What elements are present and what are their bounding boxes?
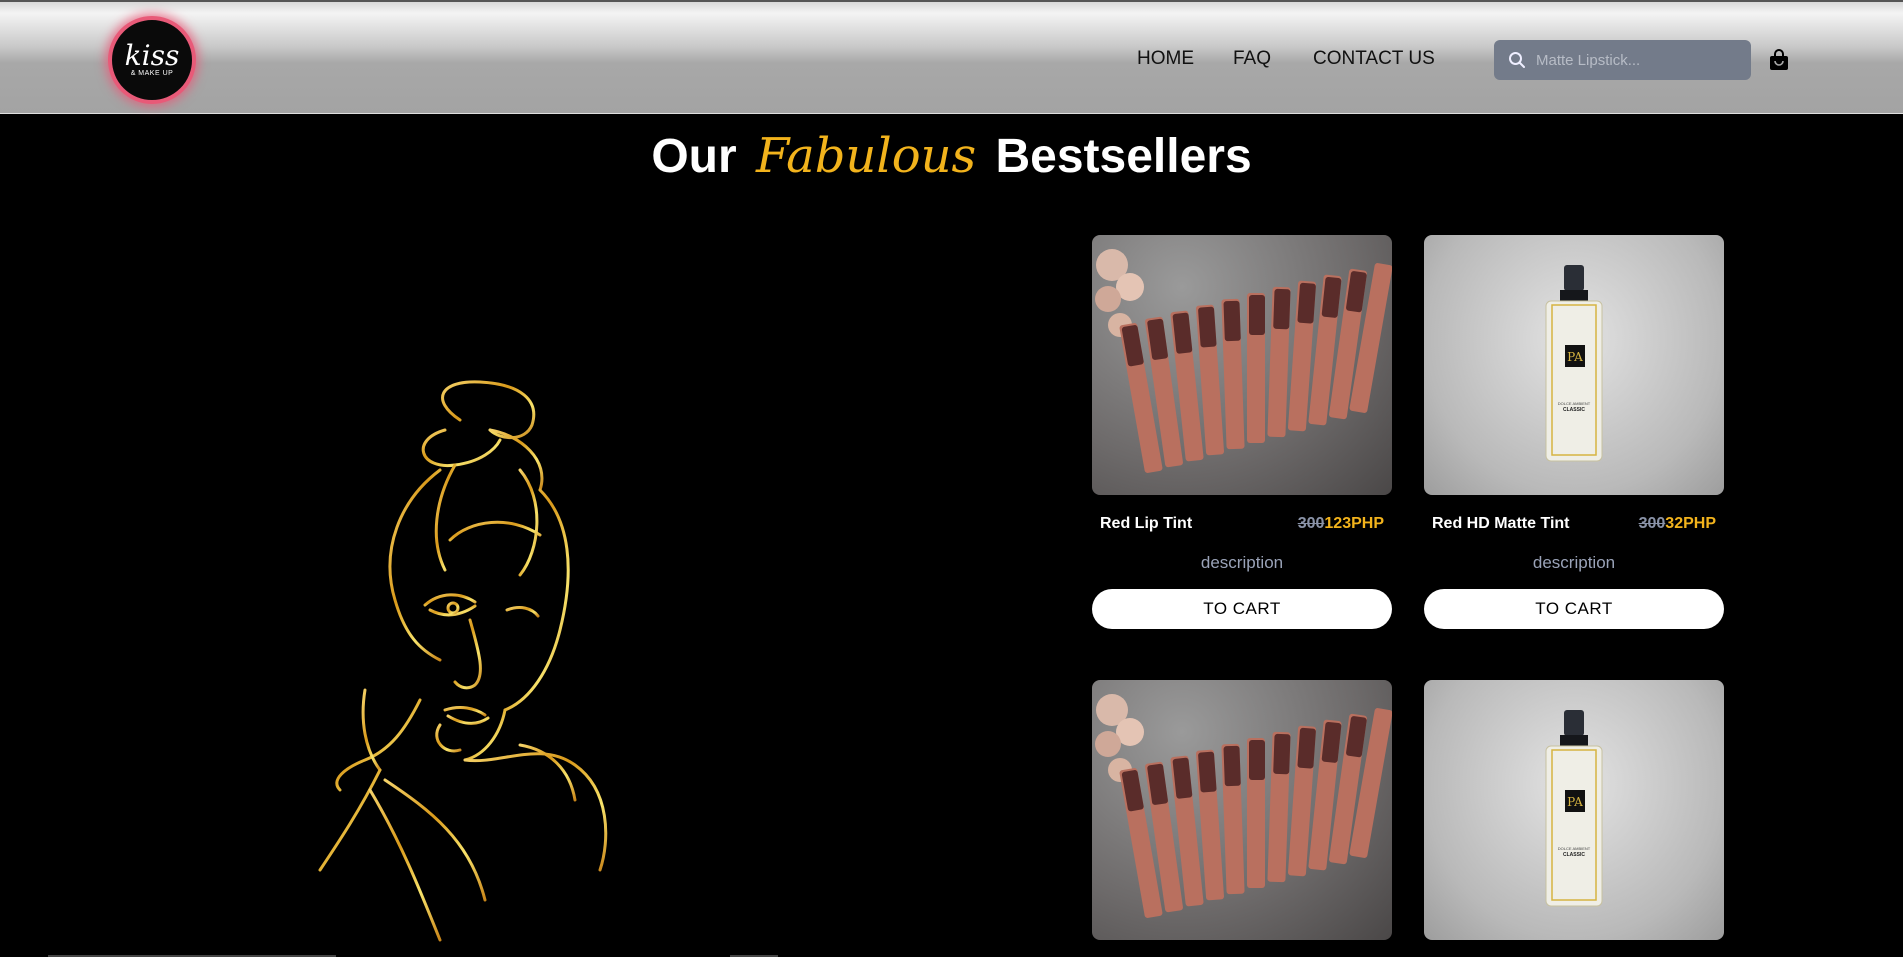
product-image[interactable] bbox=[1092, 680, 1392, 940]
bottle-line1: DOLCE AMBIENT bbox=[1558, 401, 1591, 406]
bottle-line1: DOLCE AMBIENT bbox=[1558, 846, 1591, 851]
bottle-brand: PA bbox=[1567, 795, 1583, 809]
sale-price: 32PHP bbox=[1665, 515, 1716, 532]
title-before: Our bbox=[651, 130, 737, 183]
lip-tint-photo bbox=[1095, 249, 1392, 473]
product-description: description bbox=[1532, 553, 1616, 572]
product-card[interactable]: PA DOLCE AMBIENT CLASSIC bbox=[1424, 680, 1724, 940]
search-input[interactable] bbox=[1536, 51, 1736, 69]
bottle-line2: CLASSIC bbox=[1563, 852, 1585, 858]
woman-line-art-illustration bbox=[318, 380, 608, 942]
lip-tint-photo bbox=[1095, 694, 1392, 918]
nav-home-link[interactable]: HOME bbox=[1137, 48, 1194, 70]
search-icon[interactable] bbox=[1508, 51, 1526, 69]
product-card[interactable] bbox=[1092, 680, 1392, 940]
nav-contact-link[interactable]: CONTACT US bbox=[1313, 48, 1435, 70]
search-box bbox=[1494, 40, 1751, 80]
add-to-cart-button[interactable]: TO CART bbox=[1424, 589, 1724, 629]
section-title: Our Fabulous Bestsellers bbox=[0, 128, 1903, 184]
sale-price: 123PHP bbox=[1324, 515, 1384, 532]
product-price: 300123PHP bbox=[1298, 515, 1384, 533]
product-image[interactable] bbox=[1092, 235, 1392, 495]
product-image[interactable]: PA DOLCE AMBIENT CLASSIC bbox=[1424, 235, 1724, 495]
product-image[interactable]: PA DOLCE AMBIENT CLASSIC bbox=[1424, 680, 1724, 940]
product-card[interactable]: Red Lip Tint 300123PHP description TO CA… bbox=[1092, 235, 1392, 629]
product-price: 30032PHP bbox=[1639, 515, 1716, 533]
product-name[interactable]: Red Lip Tint bbox=[1100, 515, 1192, 533]
product-description: description bbox=[1200, 553, 1284, 572]
old-price: 300 bbox=[1297, 515, 1325, 532]
old-price: 300 bbox=[1638, 515, 1666, 532]
product-card[interactable]: PA DOLCE AMBIENT CLASSIC Red HD Matte Ti… bbox=[1424, 235, 1724, 629]
bottle-line2: CLASSIC bbox=[1563, 407, 1585, 413]
add-to-cart-button[interactable]: TO CART bbox=[1092, 589, 1392, 629]
product-name[interactable]: Red HD Matte Tint bbox=[1432, 515, 1569, 533]
bottle-brand: PA bbox=[1567, 350, 1583, 364]
title-accent: Fabulous bbox=[756, 128, 977, 184]
brand-logo[interactable]: kiss & MAKE UP bbox=[108, 16, 196, 104]
title-after: Bestsellers bbox=[995, 130, 1252, 183]
shopping-bag-icon[interactable] bbox=[1769, 49, 1789, 71]
setting-spray-photo: PA DOLCE AMBIENT CLASSIC bbox=[1545, 265, 1603, 462]
logo-subtext: & MAKE UP bbox=[130, 69, 174, 77]
setting-spray-photo: PA DOLCE AMBIENT CLASSIC bbox=[1545, 710, 1603, 907]
logo-text: kiss bbox=[124, 38, 180, 72]
site-header: kiss & MAKE UP HOME FAQ CONTACT US bbox=[0, 0, 1903, 114]
nav-faq-link[interactable]: FAQ bbox=[1233, 48, 1271, 70]
